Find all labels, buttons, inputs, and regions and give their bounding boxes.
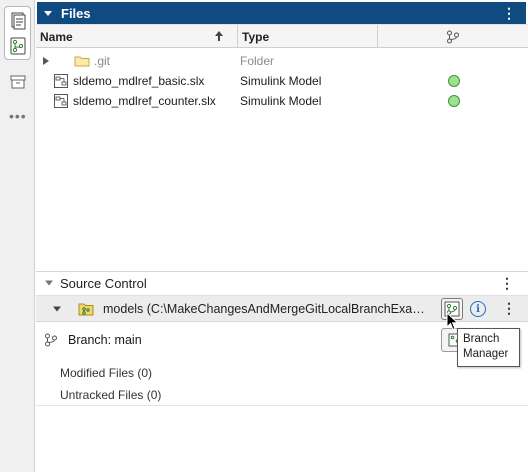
type-column-header[interactable]: Type: [237, 25, 377, 48]
name-column-header[interactable]: Name: [40, 25, 236, 48]
untracked-files-label[interactable]: Untracked Files (0): [60, 388, 161, 402]
files-panel-title: Files: [61, 5, 91, 21]
source-control-menu-icon[interactable]: ⋮: [500, 275, 514, 292]
file-type: Simulink Model: [240, 74, 322, 88]
collapse-caret-icon[interactable]: [44, 280, 54, 286]
repository-folder-icon: [78, 303, 94, 316]
simulink-model-icon: [54, 94, 68, 108]
source-control-title: Source Control: [60, 275, 147, 291]
section-divider: [36, 405, 528, 406]
files-panel-menu-icon[interactable]: ⋮: [502, 5, 516, 22]
sort-ascending-icon[interactable]: [214, 30, 224, 42]
mouse-cursor-icon: [446, 312, 459, 331]
info-icon[interactable]: i: [470, 301, 486, 317]
branch-label: Branch: main: [68, 333, 142, 347]
expand-arrow-icon[interactable]: [42, 56, 50, 66]
more-icon[interactable]: •••: [9, 108, 27, 124]
file-name: sldemo_mdlref_basic.slx: [73, 74, 205, 88]
branch-manager-tooltip: Branch Manager: [457, 328, 520, 367]
source-control-status-column-header[interactable]: [377, 25, 528, 48]
git-branch-icon: [45, 333, 57, 347]
collapse-caret-icon[interactable]: [43, 8, 53, 18]
file-row[interactable]: sldemo_mdlref_basic.slx Simulink Model: [36, 71, 528, 91]
file-type: Folder: [240, 54, 275, 68]
branch-row: Branch: main: [44, 333, 142, 347]
file-row[interactable]: sldemo_mdlref_counter.slx Simulink Model: [36, 91, 528, 111]
tooltip-line-1: Branch: [463, 333, 500, 345]
unmodified-status-icon: [448, 95, 460, 107]
file-row[interactable]: .git Folder: [36, 51, 528, 71]
activity-strip: •••: [0, 0, 35, 472]
tooltip-line-2: Manager: [463, 348, 509, 360]
archive-icon[interactable]: [5, 69, 30, 94]
file-name: .git: [94, 54, 111, 68]
folder-icon: [74, 56, 90, 67]
modified-files-label[interactable]: Modified Files (0): [60, 366, 152, 380]
git-branch-icon: [447, 30, 459, 43]
collapse-caret-icon[interactable]: [52, 306, 62, 312]
source-control-view-icon[interactable]: [5, 33, 30, 58]
file-type: Simulink Model: [240, 94, 322, 108]
source-control-panel-header[interactable]: Source Control ⋮: [36, 272, 528, 294]
repository-menu-icon[interactable]: ⋮: [502, 300, 516, 317]
files-panel-header[interactable]: Files ⋮: [37, 2, 526, 24]
files-view-icon[interactable]: [5, 8, 30, 33]
files-column-header: Name Type: [36, 24, 528, 48]
unmodified-status-icon: [448, 75, 460, 87]
simulink-model-icon: [54, 74, 68, 88]
file-name: sldemo_mdlref_counter.slx: [73, 94, 216, 108]
repository-label: models (C:\MakeChangesAndMergeGitLocalBr…: [103, 302, 431, 316]
